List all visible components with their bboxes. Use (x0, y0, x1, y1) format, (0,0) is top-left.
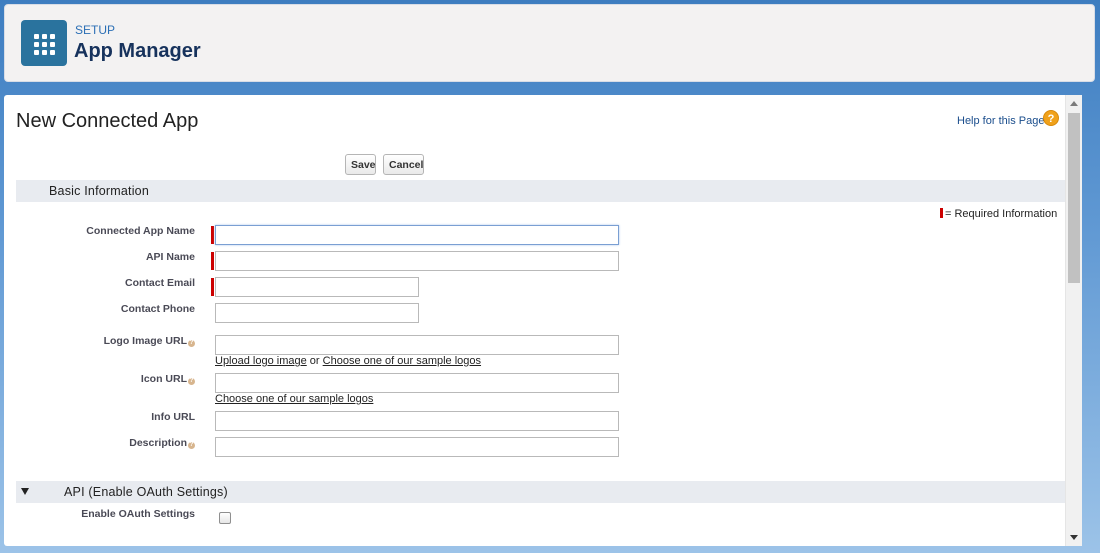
icon-links: Choose one of our sample logos (215, 393, 373, 405)
help-link[interactable]: Help for this Page (957, 115, 1044, 127)
info-url-label: Info URL (151, 411, 195, 423)
contact-email-input[interactable] (215, 277, 419, 297)
icon-url-label-text: Icon URL (140, 373, 187, 385)
contact-phone-label: Contact Phone (120, 303, 195, 315)
required-indicator (211, 226, 214, 244)
api-name-input[interactable] (215, 251, 619, 271)
connected-app-name-label: Connected App Name (86, 225, 195, 237)
page-title: New Connected App (16, 110, 199, 132)
scroll-thumb[interactable] (1068, 113, 1080, 283)
vertical-scrollbar[interactable] (1065, 95, 1082, 546)
save-button[interactable]: Save (345, 154, 376, 175)
section-api-title: API (Enable OAuth Settings) (64, 485, 228, 499)
icon-url-input[interactable] (215, 373, 619, 393)
contact-phone-input[interactable] (215, 303, 419, 323)
section-basic-information: Basic Information (16, 180, 1066, 202)
collapse-triangle-icon[interactable] (21, 488, 29, 495)
cancel-button[interactable]: Cancel (383, 154, 424, 175)
scroll-down-arrow-icon[interactable] (1070, 535, 1078, 540)
required-indicator (211, 278, 214, 296)
scroll-up-arrow-icon[interactable] (1070, 101, 1078, 106)
logo-image-url-input[interactable] (215, 335, 619, 355)
logo-image-url-label: Logo Image URL? (4, 335, 195, 347)
logo-links: Upload logo image or Choose one of our s… (215, 355, 481, 367)
description-input[interactable] (215, 437, 619, 457)
enable-oauth-label: Enable OAuth Settings (81, 508, 195, 520)
main-panel: New Connected App Help for this Page ? S… (4, 95, 1082, 546)
description-label: Description? (4, 437, 195, 449)
required-legend-text: = Required Information (945, 208, 1058, 220)
setup-header: SETUP App Manager (4, 4, 1095, 82)
api-name-label: API Name (145, 251, 195, 263)
app-title: App Manager (74, 40, 201, 62)
contact-email-label: Contact Email (124, 277, 195, 289)
info-icon[interactable]: ? (188, 442, 195, 449)
logo-image-url-label-text: Logo Image URL (103, 335, 187, 347)
section-api-oauth[interactable]: API (Enable OAuth Settings) (16, 481, 1066, 503)
required-legend: = Required Information (940, 208, 1057, 220)
help-icon[interactable]: ? (1043, 110, 1059, 126)
info-icon[interactable]: ? (188, 340, 195, 347)
icon-url-label: Icon URL? (4, 373, 195, 385)
required-indicator (211, 252, 214, 270)
setup-breadcrumb[interactable]: SETUP (75, 23, 115, 37)
upload-logo-link[interactable]: Upload logo image (215, 355, 307, 367)
connected-app-name-input[interactable] (215, 225, 619, 245)
app-grid-icon (21, 20, 67, 66)
choose-sample-icon-logos-link[interactable]: Choose one of our sample logos (215, 393, 373, 405)
choose-sample-logos-link[interactable]: Choose one of our sample logos (323, 355, 481, 367)
enable-oauth-checkbox[interactable] (219, 512, 231, 524)
info-icon[interactable]: ? (188, 378, 195, 385)
required-marker-icon (940, 208, 943, 218)
or-text: or (309, 355, 320, 367)
description-label-text: Description (129, 437, 187, 449)
info-url-input[interactable] (215, 411, 619, 431)
